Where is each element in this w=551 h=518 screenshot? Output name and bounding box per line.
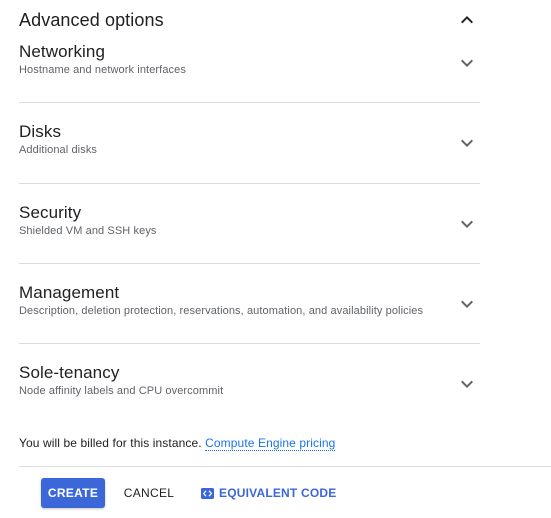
equivalent-code-button[interactable]: EQUIVALENT CODE bbox=[195, 478, 342, 508]
divider bbox=[19, 183, 480, 184]
cancel-button[interactable]: CANCEL bbox=[117, 478, 181, 508]
section-disks[interactable]: Disks Additional disks bbox=[19, 121, 479, 157]
chevron-up-icon[interactable] bbox=[455, 8, 479, 32]
footer-divider bbox=[19, 466, 551, 467]
advanced-options-header[interactable]: Advanced options bbox=[19, 5, 479, 35]
section-subtitle-sole-tenancy: Node affinity labels and CPU overcommit bbox=[19, 385, 224, 397]
code-icon bbox=[201, 487, 214, 499]
section-title-networking: Networking bbox=[19, 42, 106, 61]
section-subtitle-disks: Additional disks bbox=[19, 144, 98, 156]
section-subtitle-networking: Hostname and network interfaces bbox=[19, 64, 186, 76]
section-subtitle-security: Shielded VM and SSH keys bbox=[19, 225, 157, 237]
equivalent-code-label: EQUIVALENT CODE bbox=[219, 486, 337, 500]
section-sole-tenancy[interactable]: Sole-tenancy Node affinity labels and CP… bbox=[19, 362, 479, 398]
advanced-options-panel: Advanced options Networking Hostname and… bbox=[0, 0, 551, 518]
section-subtitle-management: Description, deletion protection, reserv… bbox=[19, 305, 424, 317]
billing-notice: You will be billed for this instance. Co… bbox=[19, 435, 336, 451]
section-title-security: Security bbox=[19, 203, 82, 222]
divider bbox=[19, 102, 480, 103]
divider bbox=[19, 343, 480, 344]
chevron-down-icon[interactable] bbox=[455, 131, 479, 155]
billing-text: You will be billed for this instance. bbox=[19, 436, 202, 450]
section-management[interactable]: Management Description, deletion protect… bbox=[19, 282, 479, 318]
advanced-options-title: Advanced options bbox=[19, 9, 164, 30]
section-security[interactable]: Security Shielded VM and SSH keys bbox=[19, 202, 479, 238]
chevron-down-icon[interactable] bbox=[455, 51, 479, 75]
chevron-down-icon[interactable] bbox=[455, 212, 479, 236]
section-networking[interactable]: Networking Hostname and network interfac… bbox=[19, 41, 479, 77]
chevron-down-icon[interactable] bbox=[455, 292, 479, 316]
chevron-down-icon[interactable] bbox=[455, 372, 479, 396]
create-button[interactable]: CREATE bbox=[41, 478, 105, 508]
pricing-link[interactable]: Compute Engine pricing bbox=[205, 436, 336, 451]
section-title-disks: Disks bbox=[19, 122, 62, 141]
section-title-management: Management bbox=[19, 283, 120, 302]
divider bbox=[19, 263, 480, 264]
section-title-sole-tenancy: Sole-tenancy bbox=[19, 363, 120, 382]
